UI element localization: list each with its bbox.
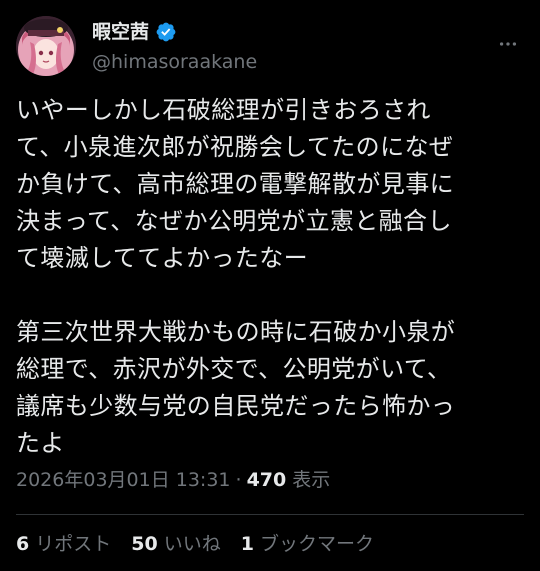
- tweet-line: か負けて、高市総理の電撃解散が見事に: [16, 170, 454, 198]
- meta-separator: ·: [235, 469, 242, 491]
- tweet-line: たよ: [16, 429, 65, 457]
- tweet-text: いやーしかし石破総理が引きおろされ て、小泉進次郎が祝勝会してたのになぜ か負け…: [16, 92, 526, 462]
- tweet-header: 暇空茜 @himasoraakane: [16, 14, 524, 78]
- likes-count: 50: [131, 533, 158, 555]
- bookmarks-label: ブックマーク: [259, 533, 374, 555]
- more-button[interactable]: [496, 32, 520, 56]
- divider: [16, 514, 524, 515]
- tweet-line: 議席も少数与党の自民党だったら怖かっ: [16, 392, 456, 420]
- likes-stat[interactable]: 50 いいね: [131, 530, 220, 558]
- tweet-meta: 2026年03月01日 13:31 · 470 表示: [16, 466, 330, 494]
- tweet-line: 第三次世界大戦かもの時に石破か小泉が: [16, 318, 456, 346]
- more-horizontal-icon: [499, 42, 517, 46]
- likes-label: いいね: [163, 533, 221, 555]
- avatar[interactable]: [16, 16, 76, 76]
- views-label: 表示: [292, 469, 331, 491]
- reposts-label: リポスト: [35, 533, 112, 555]
- tweet-line: 決まって、なぜか公明党が立憲と融合し: [16, 207, 452, 235]
- bookmarks-stat[interactable]: 1 ブックマーク: [241, 530, 374, 558]
- timestamp[interactable]: 2026年03月01日 13:31: [16, 466, 231, 494]
- verified-badge-icon: [156, 22, 176, 42]
- display-name-row: 暇空茜: [92, 20, 177, 44]
- tweet-line: て壊滅しててよかったなー: [16, 244, 309, 272]
- tweet-line: 総理で、赤沢が外交で、公明党がいて、: [16, 355, 452, 383]
- display-name[interactable]: 暇空茜: [92, 20, 149, 44]
- tweet-line: いやーしかし石破総理が引きおろされ: [16, 96, 431, 124]
- reposts-stat[interactable]: 6 リポスト: [16, 530, 111, 558]
- tweet-line: て、小泉進次郎が祝勝会してたのになぜ: [16, 133, 454, 161]
- handle[interactable]: @himasoraakane: [92, 50, 257, 74]
- reposts-count: 6: [16, 533, 30, 555]
- views-count: 470: [246, 469, 287, 491]
- engagement-stats: 6 リポスト 50 いいね 1 ブックマーク: [16, 530, 394, 558]
- bookmarks-count: 1: [240, 533, 254, 555]
